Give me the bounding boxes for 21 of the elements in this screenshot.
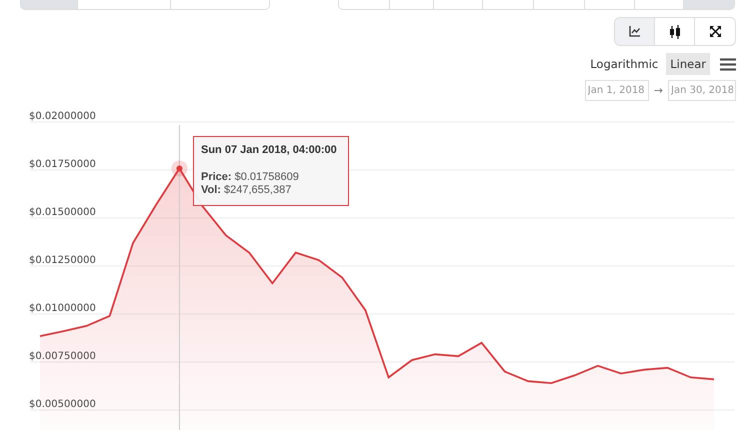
candlestick-icon	[668, 24, 680, 38]
fullscreen-icon	[710, 26, 720, 37]
tooltip-row-text: Price: $0.01758609	[201, 171, 300, 184]
menu-icon[interactable]	[720, 58, 736, 70]
axis-label: $0.00500000	[29, 399, 96, 410]
tab[interactable]	[339, 0, 390, 9]
tooltip-row-text: Vol: $247,655,387	[201, 184, 292, 197]
tab[interactable]	[684, 0, 734, 9]
scale-option[interactable]: Linear	[666, 53, 710, 75]
axis-label: $0.01500000	[29, 207, 96, 218]
axis-label: $0.01250000	[29, 255, 96, 266]
hover-marker	[171, 160, 188, 176]
axis-label: $0.02000000	[29, 111, 96, 122]
tab[interactable]	[21, 0, 78, 9]
axis-label: $0.01750000	[29, 159, 96, 170]
line-chart-icon	[628, 26, 640, 37]
line-chart-button[interactable]	[615, 18, 655, 45]
tooltip-title: Sun 07 Jan 2018, 04:00:00	[201, 143, 337, 157]
axis-label: $0.00750000	[29, 351, 96, 362]
axis-label: $0.01000000	[29, 303, 96, 314]
range-arrow: →	[654, 84, 663, 97]
